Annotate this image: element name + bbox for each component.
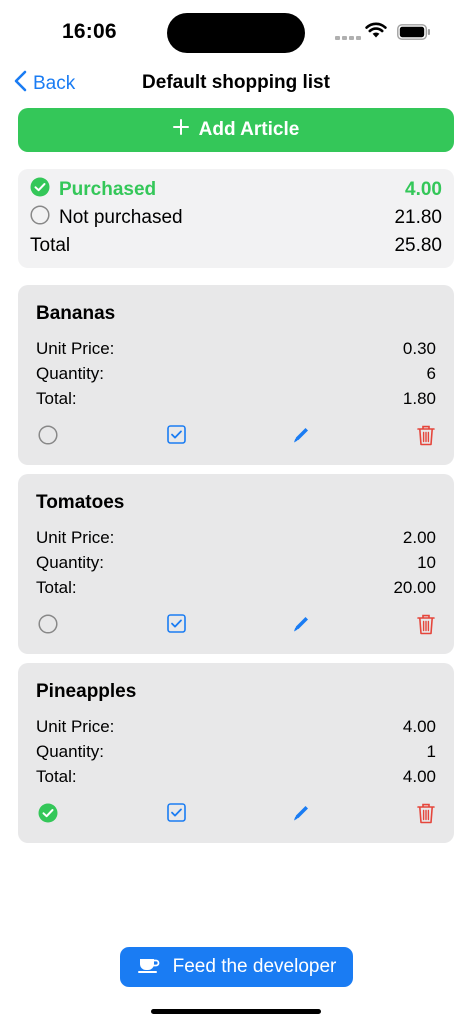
status-bar: 16:06 bbox=[0, 0, 472, 62]
checkmark-circle-icon bbox=[38, 803, 58, 828]
unit-price-value: 0.30 bbox=[402, 339, 436, 358]
empty-circle-icon bbox=[38, 613, 58, 639]
home-indicator[interactable] bbox=[151, 1009, 321, 1014]
article-total-row: Total: 20.00 bbox=[36, 578, 436, 598]
quantity-value: 1 bbox=[426, 742, 436, 761]
quantity-row: Quantity: 10 bbox=[36, 553, 436, 573]
article-total-label: Total: bbox=[36, 389, 77, 408]
article-card-tomatoes: Tomatoes Unit Price: 2.00 Quantity: 10 T… bbox=[18, 474, 454, 654]
delete-article-button[interactable] bbox=[414, 425, 438, 449]
quantity-label: Quantity: bbox=[36, 742, 105, 761]
checkbox-checked-icon bbox=[166, 425, 186, 449]
battery-icon bbox=[397, 24, 431, 45]
purchased-row: Purchased 4.00 bbox=[30, 176, 442, 204]
checkmark-circle-icon bbox=[30, 177, 50, 203]
trash-icon bbox=[416, 802, 436, 829]
article-name: Bananas bbox=[36, 303, 116, 324]
total-label: Total bbox=[30, 235, 71, 256]
article-total-label: Total: bbox=[36, 767, 77, 786]
article-total-row: Total: 4.00 bbox=[36, 767, 436, 787]
empty-circle-icon bbox=[30, 205, 50, 231]
article-card-pineapples: Pineapples Unit Price: 4.00 Quantity: 1 … bbox=[18, 663, 454, 843]
status-time: 16:06 bbox=[62, 20, 117, 43]
delete-article-button[interactable] bbox=[414, 614, 438, 638]
toggle-purchased-button[interactable] bbox=[36, 613, 60, 639]
page-title: Default shopping list bbox=[142, 72, 330, 93]
article-card-bananas: Bananas Unit Price: 0.30 Quantity: 6 Tot… bbox=[18, 285, 454, 465]
unit-price-row: Unit Price: 4.00 bbox=[36, 717, 436, 737]
edit-article-button[interactable] bbox=[289, 803, 313, 827]
total-row: Total 25.80 bbox=[30, 232, 442, 260]
unit-price-row: Unit Price: 2.00 bbox=[36, 528, 436, 548]
quantity-label: Quantity: bbox=[36, 553, 105, 572]
unit-price-label: Unit Price: bbox=[36, 339, 115, 358]
article-total-value: 1.80 bbox=[402, 389, 436, 408]
empty-circle-icon bbox=[38, 424, 58, 450]
pencil-icon bbox=[292, 426, 310, 449]
not-purchased-label: Not purchased bbox=[59, 207, 183, 228]
plus-icon bbox=[172, 119, 189, 141]
article-total-row: Total: 1.80 bbox=[36, 389, 436, 409]
article-total-label: Total: bbox=[36, 578, 77, 597]
unit-price-label: Unit Price: bbox=[36, 717, 115, 736]
edit-article-button[interactable] bbox=[289, 425, 313, 449]
wifi-icon bbox=[365, 22, 387, 43]
checkbox-checked-icon bbox=[166, 803, 186, 827]
quantity-value: 10 bbox=[417, 553, 436, 572]
feed-developer-button[interactable]: Feed the developer bbox=[120, 947, 353, 987]
unit-price-value: 2.00 bbox=[402, 528, 436, 547]
article-name: Tomatoes bbox=[36, 492, 125, 513]
purchased-label: Purchased bbox=[59, 179, 157, 200]
summary-card: Purchased 4.00 Not purchased 21.80 Total… bbox=[18, 169, 454, 268]
article-actions bbox=[18, 424, 454, 450]
article-total-value: 20.00 bbox=[393, 578, 436, 597]
quantity-value: 6 bbox=[426, 364, 436, 383]
purchased-value: 4.00 bbox=[405, 179, 442, 200]
article-total-value: 4.00 bbox=[402, 767, 436, 786]
toggle-purchased-button[interactable] bbox=[36, 803, 60, 827]
total-value: 25.80 bbox=[394, 235, 442, 256]
edit-article-button[interactable] bbox=[289, 614, 313, 638]
select-article-button[interactable] bbox=[164, 803, 188, 827]
unit-price-label: Unit Price: bbox=[36, 528, 115, 547]
navigation-bar: Back Default shopping list bbox=[0, 62, 472, 106]
select-article-button[interactable] bbox=[164, 614, 188, 638]
quantity-row: Quantity: 1 bbox=[36, 742, 436, 762]
trash-icon bbox=[416, 613, 436, 640]
article-actions bbox=[18, 613, 454, 639]
feed-developer-label: Feed the developer bbox=[172, 956, 337, 977]
article-actions bbox=[18, 803, 454, 827]
delete-article-button[interactable] bbox=[414, 803, 438, 827]
unit-price-row: Unit Price: 0.30 bbox=[36, 339, 436, 359]
coffee-cup-icon bbox=[137, 954, 161, 980]
dynamic-island bbox=[167, 13, 305, 53]
article-name: Pineapples bbox=[36, 681, 137, 702]
add-article-label: Add Article bbox=[198, 119, 300, 140]
quantity-label: Quantity: bbox=[36, 364, 105, 383]
not-purchased-value: 21.80 bbox=[394, 207, 442, 228]
pencil-icon bbox=[292, 804, 310, 827]
select-article-button[interactable] bbox=[164, 425, 188, 449]
checkbox-checked-icon bbox=[166, 614, 186, 638]
quantity-row: Quantity: 6 bbox=[36, 364, 436, 384]
pencil-icon bbox=[292, 615, 310, 638]
add-article-button[interactable]: Add Article bbox=[18, 108, 454, 152]
unit-price-value: 4.00 bbox=[402, 717, 436, 736]
toggle-purchased-button[interactable] bbox=[36, 424, 60, 450]
cellular-signal-icon bbox=[335, 36, 361, 40]
not-purchased-row: Not purchased 21.80 bbox=[30, 204, 442, 232]
trash-icon bbox=[416, 424, 436, 451]
